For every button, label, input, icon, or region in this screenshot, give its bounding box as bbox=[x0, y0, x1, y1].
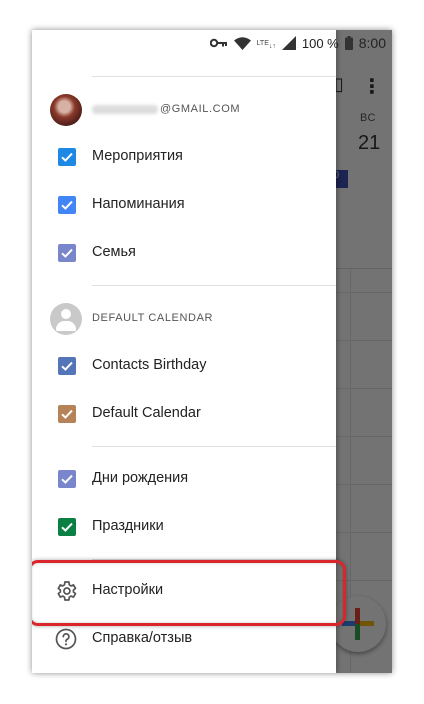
checkbox-checked-icon[interactable] bbox=[58, 470, 76, 488]
calendar-label: Напоминания bbox=[92, 196, 185, 212]
email-domain: @GMAIL.COM bbox=[160, 103, 241, 115]
calendar-item-default-calendar[interactable]: Default Calendar bbox=[32, 390, 336, 438]
battery-percent: 100 % bbox=[301, 35, 339, 51]
drawer-divider bbox=[92, 76, 336, 77]
calendar-item-birthdays[interactable]: Дни рождения bbox=[32, 455, 336, 503]
default-account-label: DEFAULT CALENDAR bbox=[92, 312, 214, 324]
calendar-label: Дни рождения bbox=[92, 470, 189, 486]
help-label: Справка/отзыв bbox=[92, 630, 193, 646]
help-icon bbox=[54, 627, 78, 651]
blurred-username bbox=[92, 104, 158, 114]
drawer-divider bbox=[92, 446, 336, 447]
calendar-label: Contacts Birthday bbox=[92, 357, 207, 373]
phone-screen: ▯ ⋮ ВС 0 21 00 @GMAIL.COM Мероприятия bbox=[32, 30, 392, 673]
avatar bbox=[50, 94, 82, 126]
account-email: @GMAIL.COM bbox=[92, 103, 240, 115]
vpn-key-icon bbox=[209, 38, 228, 48]
wifi-icon bbox=[233, 36, 251, 50]
calendar-label: Праздники bbox=[92, 518, 164, 534]
calendar-label: Мероприятия bbox=[92, 148, 183, 164]
checkbox-checked-icon[interactable] bbox=[58, 518, 76, 536]
calendar-label: Семья bbox=[92, 244, 136, 260]
settings-highlight-frame bbox=[32, 560, 346, 626]
default-account-header[interactable]: DEFAULT CALENDAR bbox=[32, 295, 336, 343]
checkbox-checked-icon[interactable] bbox=[58, 148, 76, 166]
lte-indicator: LTE ↓↑ bbox=[256, 39, 276, 51]
status-bar: LTE ↓↑ 100 % 8:00 bbox=[32, 30, 392, 56]
default-avatar-icon bbox=[50, 303, 82, 335]
checkbox-checked-icon[interactable] bbox=[58, 405, 76, 423]
drawer-divider bbox=[92, 285, 336, 286]
cell-signal-icon bbox=[281, 36, 296, 50]
navigation-drawer: @GMAIL.COM Мероприятия Напоминания Семья… bbox=[32, 30, 346, 673]
calendar-label: Default Calendar bbox=[92, 405, 201, 421]
calendar-item-family[interactable]: Семья bbox=[32, 229, 336, 277]
calendar-item-events[interactable]: Мероприятия bbox=[32, 133, 336, 181]
account-header[interactable]: @GMAIL.COM bbox=[32, 86, 336, 134]
battery-icon bbox=[344, 36, 353, 50]
clock: 8:00 bbox=[358, 35, 386, 51]
checkbox-checked-icon[interactable] bbox=[58, 244, 76, 262]
calendar-item-reminders[interactable]: Напоминания bbox=[32, 181, 336, 229]
checkbox-checked-icon[interactable] bbox=[58, 357, 76, 375]
calendar-item-contacts-birthday[interactable]: Contacts Birthday bbox=[32, 342, 336, 390]
checkbox-checked-icon[interactable] bbox=[58, 196, 76, 214]
calendar-item-holidays[interactable]: Праздники bbox=[32, 503, 336, 551]
